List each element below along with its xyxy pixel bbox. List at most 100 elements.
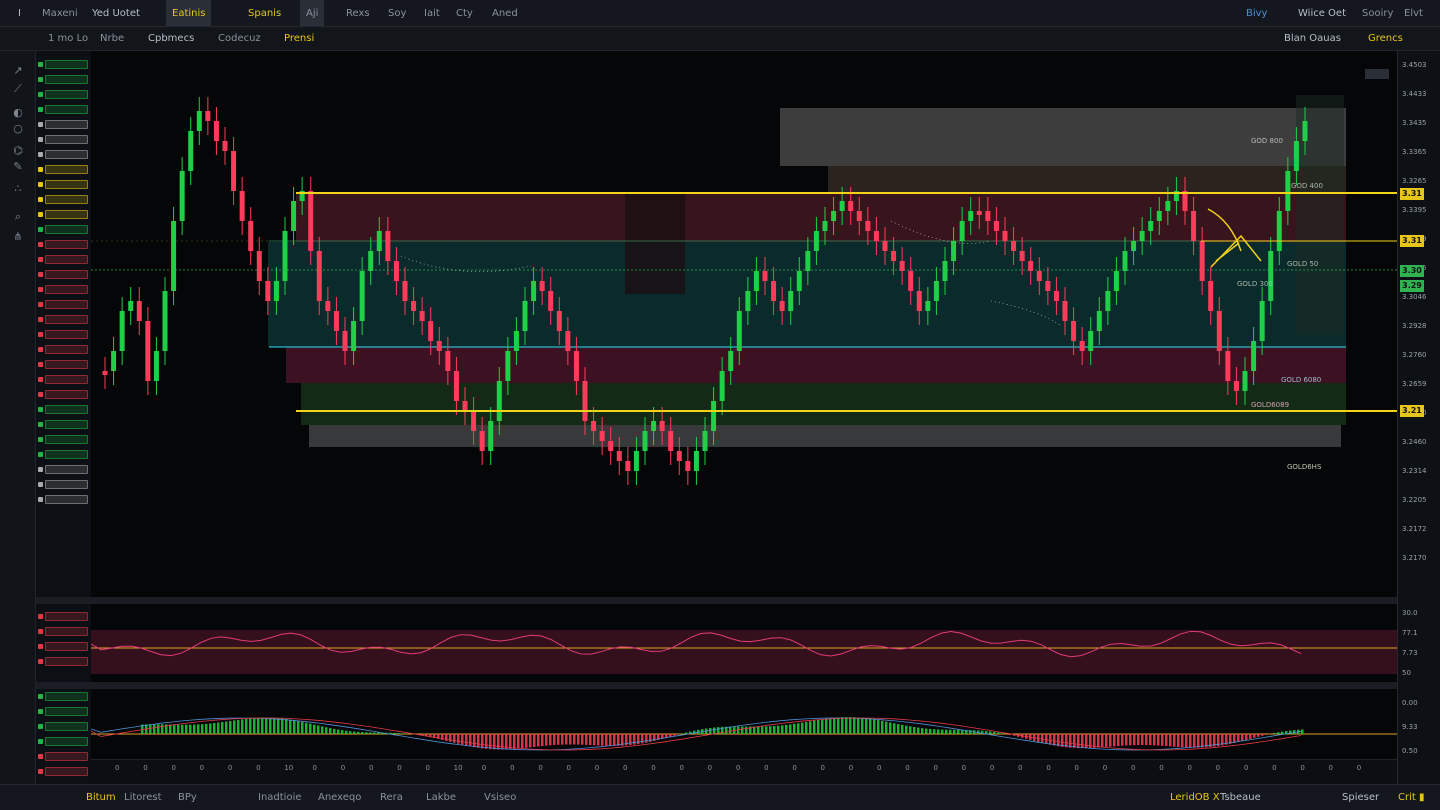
- top-menu-item-13[interactable]: Sooiry: [1356, 0, 1399, 26]
- macd-histogram-bar: [313, 724, 316, 734]
- trend-line-icon[interactable]: ⟋: [8, 81, 28, 97]
- top-menu-item-12[interactable]: Wiice Oet: [1292, 0, 1352, 26]
- macd-histogram-bar: [1165, 734, 1168, 747]
- top-menu-item-11[interactable]: Bivy: [1240, 0, 1273, 26]
- resistance-zone-top: [828, 166, 1346, 194]
- candle-body: [265, 281, 271, 301]
- bottom-menu-item-3[interactable]: Inadtioie: [252, 785, 308, 810]
- main-price-chart[interactable]: GOD 800 GOLD 6080 GOLD6089 GOLD6HS GOD 400 GO…: [91, 51, 1397, 597]
- bottom-menu-item-10[interactable]: Spieser: [1336, 785, 1385, 810]
- chart-toolbar-item-4[interactable]: Prensi: [278, 27, 320, 50]
- bottom-menu-item-9[interactable]: Tsbeaue: [1214, 785, 1267, 810]
- bottom-menu-item-2[interactable]: BPy: [172, 785, 203, 810]
- legend-row: [38, 479, 88, 489]
- bottom-menu-item-7[interactable]: Vsiseo: [478, 785, 522, 810]
- macd-histogram-bar: [745, 726, 748, 734]
- candle-body: [462, 401, 468, 411]
- rsi-pane[interactable]: [91, 604, 1397, 682]
- macd-histogram-bar: [793, 723, 796, 734]
- time-label: 0: [566, 764, 572, 772]
- macd-histogram-bar: [857, 717, 860, 734]
- candle-body: [496, 381, 502, 421]
- candle-body: [419, 311, 425, 321]
- legend-row: [38, 269, 88, 279]
- macd-histogram-bar: [813, 720, 816, 734]
- time-label: 0: [848, 764, 854, 772]
- macd-histogram-bar: [309, 723, 312, 734]
- macd-histogram-bar: [537, 734, 540, 747]
- time-label: 0: [1018, 764, 1023, 772]
- top-menu-item-6[interactable]: Rexs: [340, 0, 376, 26]
- magnet-icon[interactable]: ⋔: [8, 229, 28, 245]
- macd-histogram-bar: [1301, 729, 1304, 734]
- macd-pane[interactable]: [91, 689, 1397, 759]
- macd-histogram-bar: [933, 729, 936, 734]
- candle-body: [591, 421, 597, 431]
- chart-toolbar-item-6[interactable]: Grencs: [1362, 27, 1409, 50]
- legend-row: [38, 239, 88, 249]
- top-menu-item-3[interactable]: Eatinis: [166, 0, 212, 26]
- cursor-icon[interactable]: ↗: [8, 63, 28, 79]
- zoom-icon[interactable]: ⌕: [8, 209, 28, 225]
- top-menu-item-8[interactable]: Iait: [418, 0, 446, 26]
- measure-icon[interactable]: ∴: [8, 181, 28, 197]
- time-label: 0: [1159, 764, 1164, 772]
- candlestick-chart[interactable]: GOD 800 GOLD 6080 GOLD6089 GOLD6HS GOD 400 GO…: [91, 51, 1397, 597]
- top-menu-item-5[interactable]: Aji: [300, 0, 325, 26]
- price-axis[interactable]: 3.45033.44333.34353.33653.32653.33953.32…: [1397, 51, 1440, 784]
- top-menu-item-2[interactable]: Yed Uotet: [86, 0, 146, 26]
- top-menu-item-10[interactable]: Aned: [486, 0, 524, 26]
- macd-histogram-bar: [297, 721, 300, 734]
- top-menu-item-0[interactable]: Ⅰ: [12, 0, 27, 26]
- top-menu-item-1[interactable]: Maxeni: [36, 0, 84, 26]
- bottom-menu-item-4[interactable]: Anexeqo: [312, 785, 367, 810]
- top-menu-item-4[interactable]: Spanis: [242, 0, 287, 26]
- top-menu-item-9[interactable]: Cty: [450, 0, 479, 26]
- pane-separator[interactable]: [36, 597, 1440, 604]
- macd-histogram-bar: [285, 719, 288, 734]
- bottom-menu-item-5[interactable]: Rera: [374, 785, 409, 810]
- candle-body: [1148, 221, 1154, 231]
- macd-histogram-bar: [1245, 734, 1248, 740]
- macd-histogram-bar: [713, 727, 716, 734]
- top-menu-item-7[interactable]: Soy: [382, 0, 412, 26]
- candle-body: [445, 351, 451, 371]
- macd-histogram-bar: [185, 724, 188, 734]
- price-label: 3.2760: [1402, 351, 1427, 359]
- bottom-menu-item-1[interactable]: Litorest: [118, 785, 168, 810]
- candle-body: [1019, 251, 1025, 261]
- pattern-icon[interactable]: ⌬: [8, 143, 28, 159]
- candle-body: [805, 251, 811, 271]
- chart-toolbar-item-2[interactable]: Cpbmecs: [142, 27, 200, 50]
- bottom-toolbar: Bitum Litorest BPy Inadtioie Anexeqo Rera Lakb…: [0, 784, 1440, 810]
- time-label: 0: [227, 764, 233, 772]
- chart-toolbar-item-3[interactable]: Codecuz: [212, 27, 267, 50]
- pane-separator[interactable]: [36, 682, 1440, 689]
- rsi-axis-label: 77.1: [1402, 629, 1418, 637]
- brush-icon[interactable]: ✎: [8, 159, 28, 175]
- macd-histogram-bar: [1129, 734, 1132, 746]
- macd-histogram-bar: [329, 728, 332, 734]
- chart-toolbar-item-1[interactable]: Nrbe: [94, 27, 130, 50]
- macd-histogram-bar: [1161, 734, 1164, 746]
- time-label: 0: [1074, 764, 1080, 772]
- macd-histogram-bar: [937, 729, 940, 734]
- macd-histogram-bar: [453, 734, 456, 743]
- candle-body: [1208, 281, 1214, 311]
- candle-body: [616, 451, 622, 461]
- chart-toolbar-item-5[interactable]: Blan Oauas: [1278, 27, 1347, 50]
- chart-toolbar-item-0[interactable]: 1 mo Lo: [42, 27, 94, 50]
- demand-zone-lower: [309, 425, 1341, 447]
- bottom-menu-item-0[interactable]: Bitum: [80, 785, 122, 810]
- top-menu-item-14[interactable]: Elvt: [1398, 0, 1429, 26]
- time-axis[interactable]: 0 0 0 0 0 0 10 0 0 0 0 0 10 0 0 0 0 0 0 0 0 0 0 0 0 0 0 0 0 0 0 0 0 0 0 0 0 0…: [91, 759, 1397, 784]
- macd-histogram-bar: [209, 723, 212, 734]
- macd-histogram-bar: [765, 726, 768, 734]
- shape-icon[interactable]: ○: [8, 121, 28, 137]
- macd-histogram-bar: [1145, 734, 1148, 746]
- bottom-menu-item-11[interactable]: Crit ▮: [1392, 785, 1430, 810]
- bottom-menu-item-6[interactable]: Lakbe: [420, 785, 462, 810]
- macd-histogram-bar: [365, 732, 368, 734]
- fib-icon[interactable]: ◐: [8, 105, 28, 121]
- rsi-axis-label: 7.73: [1402, 649, 1418, 657]
